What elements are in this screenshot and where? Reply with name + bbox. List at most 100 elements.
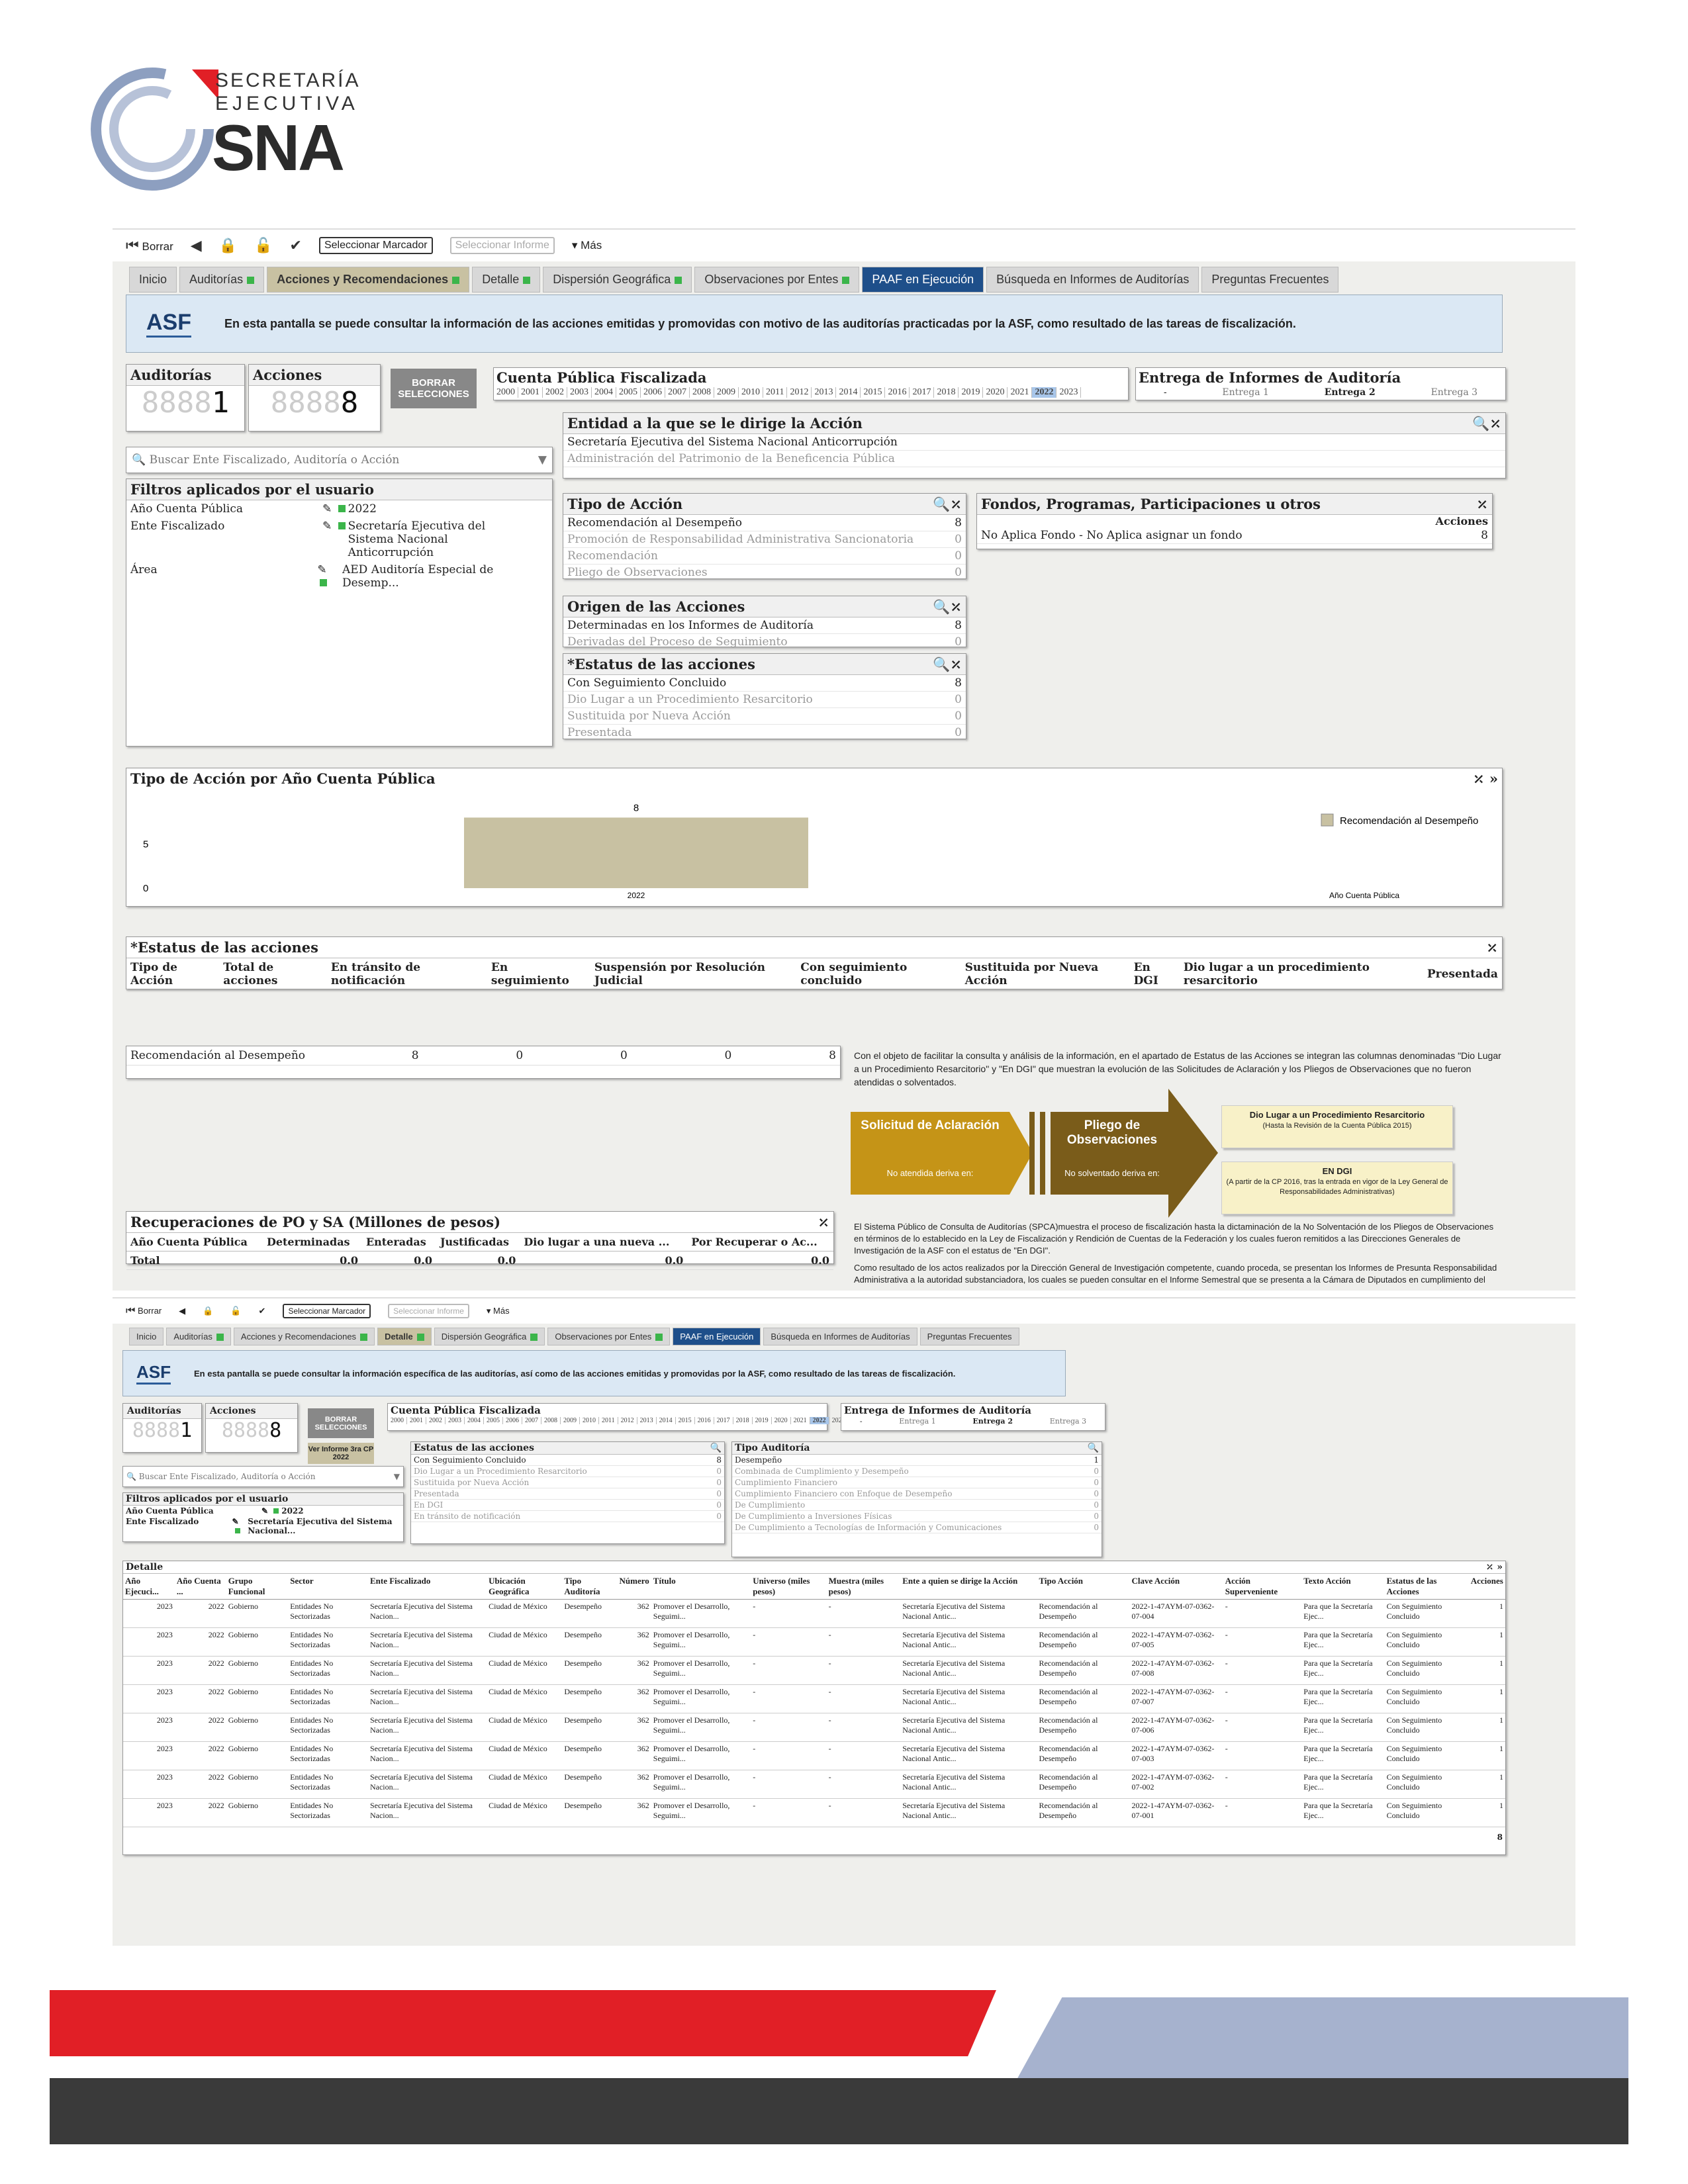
tab-observaciones[interactable]: Observaciones por Entes [547, 1328, 671, 1345]
column-header[interactable]: Título [651, 1574, 751, 1600]
unlock-icon[interactable]: 🔓 [254, 237, 272, 254]
column-header[interactable]: Acciones [1468, 1574, 1505, 1600]
list-item[interactable]: Promoción de Responsabilidad Administrat… [563, 531, 966, 548]
tab-inicio[interactable]: Inicio [129, 1328, 164, 1345]
column-header[interactable]: En tránsito de notificación [326, 958, 487, 991]
search-icon[interactable]: 🔍⤫ [1472, 415, 1501, 432]
column-header[interactable]: Clave Acción [1129, 1574, 1223, 1600]
lock-icon[interactable]: 🔒 [203, 1306, 213, 1316]
entrega-option[interactable]: Entrega 2 [1324, 387, 1376, 398]
year-option[interactable]: 2013 [637, 1417, 657, 1424]
marcador-select[interactable]: Seleccionar Marcador [318, 237, 433, 254]
list-item[interactable]: Desempeño 1 [732, 1455, 1102, 1466]
year-option[interactable]: 2003 [567, 387, 592, 398]
column-header[interactable]: Texto Acción [1301, 1574, 1385, 1600]
year-option[interactable]: 2016 [695, 1417, 714, 1424]
column-header[interactable]: En seguimiento [487, 958, 590, 991]
tab-acciones[interactable]: Acciones y Recomendaciones [233, 1328, 375, 1345]
search-icon[interactable]: 🔍⤫ [933, 598, 962, 615]
list-item[interactable]: Sustituida por Nueva Acción 0 [563, 708, 966, 725]
column-header[interactable]: Ubicación Geográfica [487, 1574, 563, 1600]
list-item[interactable]: Pliego de Observaciones 0 [563, 565, 966, 581]
column-header[interactable]: Número [617, 1574, 651, 1600]
year-option[interactable]: 2018 [934, 387, 959, 398]
clear-icon[interactable]: ⤫ [1486, 939, 1498, 956]
back-icon[interactable]: ◀ [191, 237, 202, 254]
year-option[interactable]: 2022 [1032, 387, 1057, 398]
column-header[interactable]: Tipo Acción [1037, 1574, 1130, 1600]
column-header[interactable]: Ente Fiscalizado [367, 1574, 487, 1600]
year-option[interactable]: 2011 [599, 1417, 618, 1424]
search-input[interactable]: 🔍 Buscar Ente Fiscalizado, Auditoría o A… [126, 447, 553, 473]
informe-select[interactable]: Seleccionar Informe [388, 1304, 469, 1318]
bar[interactable] [464, 817, 808, 888]
expand-icon[interactable]: ⤫ » [1473, 770, 1498, 787]
list-item[interactable]: Secretaría Ejecutiva del Sistema Naciona… [563, 434, 1505, 451]
year-option[interactable]: 2010 [739, 387, 763, 398]
column-header[interactable]: Justificadas [436, 1233, 520, 1251]
list-item[interactable]: Combinada de Cumplimiento y Desempeño 0 [732, 1466, 1102, 1477]
column-header[interactable]: Grupo Funcional [226, 1574, 289, 1600]
table-row[interactable]: 2023 2022 Gobierno Entidades No Sectorizada… [123, 1713, 1505, 1742]
chevron-down-icon[interactable]: ▼ [538, 453, 547, 467]
column-header[interactable]: Tipo de Acción [126, 958, 220, 991]
tab-dispersion[interactable]: Dispersión Geográfica [434, 1328, 545, 1345]
column-header[interactable]: Año Ejecuci... [123, 1574, 175, 1600]
column-header[interactable]: Tipo Auditoría [562, 1574, 618, 1600]
year-option[interactable]: 2022 [810, 1417, 829, 1424]
borrar-selecciones-button[interactable]: BORRAR SELECCIONES [391, 369, 477, 408]
column-header[interactable]: Enteradas [361, 1233, 436, 1251]
column-header[interactable]: Universo (miles pesos) [751, 1574, 827, 1600]
filtro-icons[interactable]: ✎ [322, 520, 348, 559]
table-row[interactable]: 2023 2022 Gobierno Entidades No Sectorizada… [123, 1798, 1505, 1827]
column-header[interactable]: Presentada [1423, 958, 1502, 991]
entrega-option[interactable]: Entrega 3 [1050, 1417, 1086, 1426]
column-header[interactable]: Determinadas [262, 1233, 362, 1251]
tab-preguntas[interactable]: Preguntas Frecuentes [919, 1328, 1019, 1345]
column-header[interactable]: En DGI [1129, 958, 1180, 991]
year-option[interactable]: 2019 [959, 387, 984, 398]
year-option[interactable]: 2021 [791, 1417, 810, 1424]
year-option[interactable]: 2007 [665, 387, 690, 398]
check-icon[interactable]: ✔ [259, 1306, 266, 1316]
list-item[interactable]: Cumplimiento Financiero con Enfoque de D… [732, 1488, 1102, 1500]
search-input[interactable]: 🔍 Buscar Ente Fiscalizado, Auditoría o A… [122, 1466, 404, 1487]
column-header[interactable]: Estatus de las Acciones [1384, 1574, 1469, 1600]
expand-icon[interactable]: ⤫ » [1486, 1562, 1503, 1572]
search-icon[interactable]: 🔍 [710, 1443, 722, 1453]
list-item[interactable]: Cumplimiento Financiero 0 [732, 1477, 1102, 1488]
entrega-option[interactable]: Entrega 3 [1431, 387, 1478, 398]
filtro-icons[interactable]: ✎ [322, 502, 348, 516]
chevron-down-icon[interactable]: ▼ [394, 1472, 400, 1481]
year-option[interactable]: 2004 [592, 387, 616, 398]
column-header[interactable]: Total de acciones [219, 958, 327, 991]
tab-detalle[interactable]: Detalle [472, 267, 541, 293]
year-option[interactable]: 2015 [676, 1417, 695, 1424]
filtro-icons[interactable]: ✎ [232, 1517, 248, 1535]
back-icon[interactable]: ◀ [179, 1306, 185, 1316]
marcador-select[interactable]: Seleccionar Marcador [283, 1304, 371, 1318]
list-item[interactable]: Sustituida por Nueva Acción 0 [411, 1477, 724, 1488]
borrar-button[interactable]: ⏮ Borrar [126, 1305, 162, 1317]
list-item[interactable]: Dio Lugar a un Procedimiento Resarcitori… [411, 1466, 724, 1477]
search-icon[interactable]: 🔍⤫ [933, 496, 962, 513]
list-item[interactable]: De Cumplimiento 0 [732, 1500, 1102, 1511]
entrega-option[interactable]: Entrega 1 [899, 1417, 935, 1426]
year-option[interactable]: 2016 [885, 387, 910, 398]
table-row[interactable]: Recomendación al Desempeño 8 0 0 0 8 [126, 1046, 840, 1066]
entrega-option[interactable]: - [860, 1417, 863, 1426]
year-option[interactable]: 2014 [657, 1417, 676, 1424]
list-item[interactable]: Recomendación al Desempeño 8 [563, 515, 966, 531]
ver-informe-button[interactable]: Ver Informe 3ra CP 2022 [308, 1443, 374, 1464]
table-row[interactable]: 2023 2022 Gobierno Entidades No Sectorizada… [123, 1627, 1505, 1657]
year-option[interactable]: 2008 [690, 387, 714, 398]
table-row[interactable]: 2023 2022 Gobierno Entidades No Sectorizada… [123, 1770, 1505, 1799]
list-item[interactable]: No Aplica Fondo - No Aplica asignar un f… [977, 527, 1492, 544]
year-option[interactable]: 2001 [407, 1417, 426, 1424]
tab-preguntas[interactable]: Preguntas Frecuentes [1201, 267, 1339, 293]
year-option[interactable]: 2005 [616, 387, 641, 398]
clear-icon[interactable]: ⤫ [1476, 496, 1488, 512]
year-option[interactable]: 2002 [426, 1417, 445, 1424]
list-item[interactable]: Presentada 0 [563, 725, 966, 741]
year-option[interactable]: 2020 [772, 1417, 791, 1424]
